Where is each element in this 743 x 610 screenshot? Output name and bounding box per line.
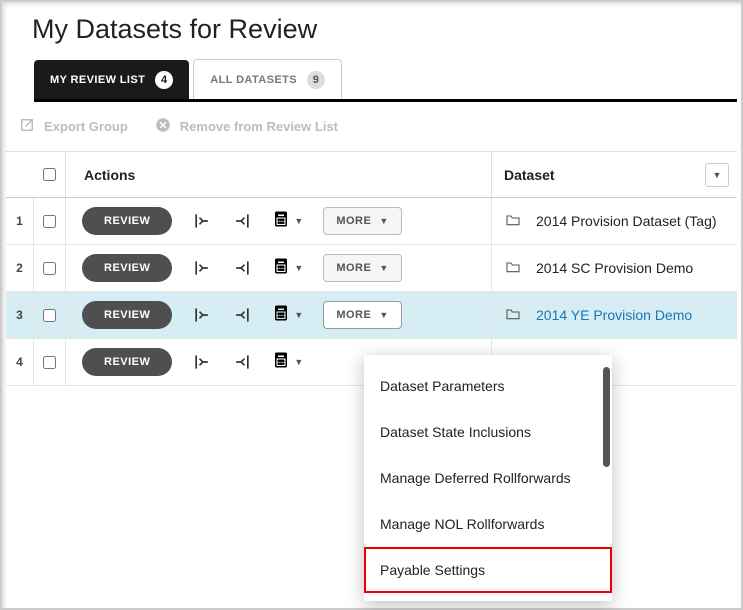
- calculator-icon: [272, 210, 290, 233]
- remove-icon: [154, 116, 172, 137]
- dropdown-scrollbar[interactable]: [603, 367, 610, 467]
- select-all-checkbox[interactable]: [43, 168, 56, 181]
- more-button[interactable]: MORE ▼: [323, 301, 401, 329]
- col-dataset-header: Dataset ▼: [492, 163, 737, 187]
- folder-icon: [504, 259, 522, 278]
- calculator-menu[interactable]: ▼: [272, 304, 303, 327]
- toolbar: Export Group Remove from Review List: [6, 102, 737, 152]
- dataset-name[interactable]: 2014 YE Provision Demo: [536, 307, 692, 323]
- row-checkbox[interactable]: [43, 262, 56, 275]
- export-group-button[interactable]: Export Group: [18, 116, 128, 137]
- table-row: 3 REVIEW ▼ MORE ▼ 2014 YE Provision Demo: [6, 292, 737, 339]
- tab-all-datasets[interactable]: ALL DATASETS 9: [193, 59, 342, 99]
- tab-my-review-list[interactable]: MY REVIEW LIST 4: [34, 60, 189, 99]
- tabs: MY REVIEW LIST 4 ALL DATASETS 9: [34, 59, 737, 102]
- row-checkbox[interactable]: [43, 215, 56, 228]
- remove-label: Remove from Review List: [180, 119, 338, 134]
- tab-badge: 4: [155, 71, 173, 89]
- import-icon[interactable]: [192, 352, 212, 372]
- row-number: 1: [6, 198, 34, 244]
- more-label: MORE: [336, 215, 371, 227]
- caret-down-icon: ▼: [713, 170, 722, 180]
- more-button[interactable]: MORE ▼: [323, 207, 401, 235]
- caret-down-icon: ▼: [294, 216, 303, 226]
- review-button[interactable]: REVIEW: [82, 254, 172, 282]
- tab-label: ALL DATASETS: [210, 74, 297, 86]
- dropdown-item-manage-nol-rollforwards[interactable]: Manage NOL Rollforwards: [364, 501, 612, 547]
- import-icon[interactable]: [192, 305, 212, 325]
- more-button[interactable]: MORE ▼: [323, 254, 401, 282]
- row-checkbox[interactable]: [43, 356, 56, 369]
- more-label: MORE: [336, 309, 371, 321]
- export-icon: [18, 116, 36, 137]
- calculator-icon: [272, 257, 290, 280]
- export-icon[interactable]: [232, 305, 252, 325]
- dropdown-item-payable-settings[interactable]: Payable Settings: [364, 547, 612, 593]
- caret-down-icon: ▼: [379, 216, 388, 226]
- dropdown-item-dataset-parameters[interactable]: Dataset Parameters: [364, 363, 612, 409]
- col-dataset-label: Dataset: [504, 167, 555, 183]
- row-number: 4: [6, 339, 34, 385]
- calculator-icon: [272, 351, 290, 374]
- table-header: Actions Dataset ▼: [6, 152, 737, 198]
- dataset-name[interactable]: 2014 Provision Dataset (Tag): [536, 213, 717, 229]
- calculator-menu[interactable]: ▼: [272, 210, 303, 233]
- row-number: 3: [6, 292, 34, 338]
- tab-badge: 9: [307, 71, 325, 89]
- import-icon[interactable]: [192, 211, 212, 231]
- calculator-menu[interactable]: ▼: [272, 351, 303, 374]
- export-icon[interactable]: [232, 258, 252, 278]
- caret-down-icon: ▼: [379, 310, 388, 320]
- row-checkbox[interactable]: [43, 309, 56, 322]
- dropdown-item-dataset-state-inclusions[interactable]: Dataset State Inclusions: [364, 409, 612, 455]
- review-button[interactable]: REVIEW: [82, 348, 172, 376]
- review-button[interactable]: REVIEW: [82, 207, 172, 235]
- page-title: My Datasets for Review: [32, 14, 737, 45]
- calculator-menu[interactable]: ▼: [272, 257, 303, 280]
- caret-down-icon: ▼: [294, 310, 303, 320]
- dataset-name[interactable]: 2014 SC Provision Demo: [536, 260, 693, 276]
- caret-down-icon: ▼: [294, 263, 303, 273]
- review-button[interactable]: REVIEW: [82, 301, 172, 329]
- table-row: 2 REVIEW ▼ MORE ▼ 2014 SC Provision Demo: [6, 245, 737, 292]
- folder-icon: [504, 306, 522, 325]
- export-label: Export Group: [44, 119, 128, 134]
- folder-icon: [504, 212, 522, 231]
- col-check-header: [34, 152, 66, 197]
- remove-from-review-button[interactable]: Remove from Review List: [154, 116, 338, 137]
- tab-label: MY REVIEW LIST: [50, 74, 145, 86]
- caret-down-icon: ▼: [379, 263, 388, 273]
- table-row: 1 REVIEW ▼ MORE ▼ 2014 Provision Dataset…: [6, 198, 737, 245]
- col-actions-header: Actions: [66, 152, 492, 197]
- row-number: 2: [6, 245, 34, 291]
- dropdown-item-manage-deferred-rollforwards[interactable]: Manage Deferred Rollforwards: [364, 455, 612, 501]
- more-dropdown: Dataset Parameters Dataset State Inclusi…: [364, 355, 612, 601]
- calculator-icon: [272, 304, 290, 327]
- more-label: MORE: [336, 262, 371, 274]
- export-icon[interactable]: [232, 352, 252, 372]
- export-icon[interactable]: [232, 211, 252, 231]
- dataset-sort-button[interactable]: ▼: [705, 163, 729, 187]
- caret-down-icon: ▼: [294, 357, 303, 367]
- import-icon[interactable]: [192, 258, 212, 278]
